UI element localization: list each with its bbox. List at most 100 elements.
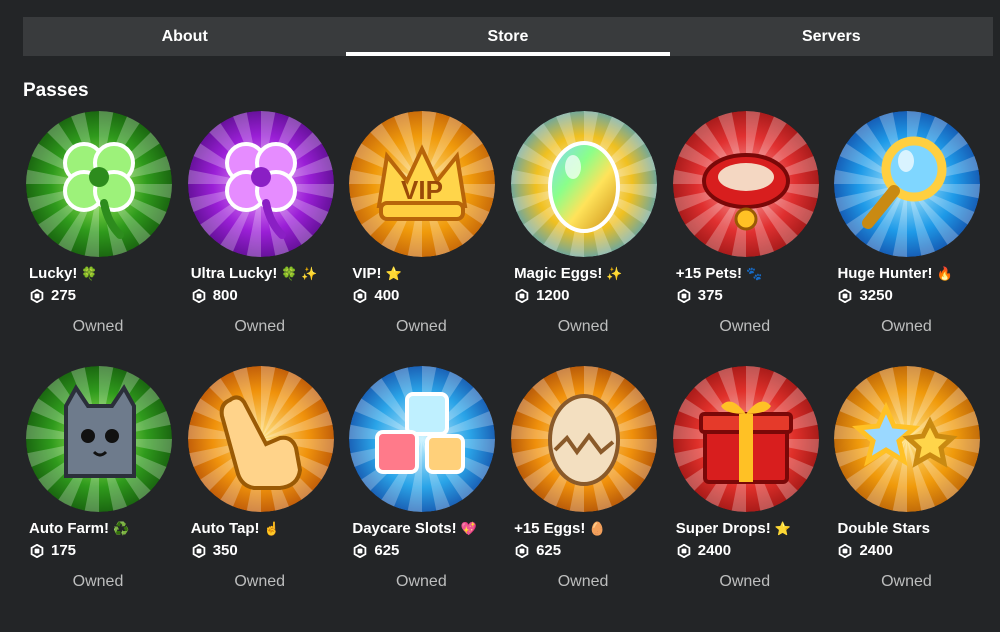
robux-icon [839, 288, 852, 303]
pass-name: Super Drops! ⭐ [676, 520, 791, 537]
vip-crown-icon: VIP [349, 111, 496, 257]
owned-label: Owned [719, 318, 771, 335]
pass-name-emoji: 🐾 [746, 266, 763, 281]
robux-icon [515, 288, 529, 303]
robux-icon [30, 543, 44, 558]
pass-name: Lucky! 🍀 [29, 265, 98, 282]
pass-price: 400 [353, 287, 399, 304]
pass-name-text: Auto Farm! [29, 520, 109, 537]
rainbow-egg-icon [511, 111, 658, 257]
tab-servers[interactable]: Servers [670, 17, 993, 56]
owned-label: Owned [881, 573, 932, 590]
daycare-blocks-icon [349, 366, 496, 512]
pass-name-text: +15 Eggs! [514, 520, 586, 537]
robux-icon [192, 288, 205, 303]
pass-card[interactable]: Lucky! 🍀 275 Owned [23, 111, 184, 339]
pass-name-emoji: 🔥 [936, 266, 953, 281]
pass-card[interactable]: Huge Hunter! 🔥 3250 Owned [831, 111, 992, 339]
owned-label: Owned [396, 318, 447, 335]
pass-price: 350 [192, 542, 238, 559]
pass-price: 2400 [677, 542, 731, 559]
pass-name-text: Ultra Lucky! [190, 265, 278, 282]
pet-collar-icon [672, 111, 819, 257]
pass-price: 175 [30, 542, 76, 559]
pass-price-value: 2400 [859, 542, 893, 559]
double-stars-icon [834, 366, 981, 512]
pass-name: +15 Pets! 🐾 [676, 265, 762, 282]
pass-price-value: 350 [212, 542, 238, 559]
pass-name: Huge Hunter! 🔥 [837, 265, 952, 282]
pass-name-emoji: ♻️ [113, 521, 130, 536]
purple-clover-icon [187, 111, 334, 257]
pass-card[interactable]: VIP VIP! ⭐ 400 Owned [346, 111, 507, 339]
pass-card[interactable]: +15 Eggs! 🥚 625 Owned [508, 366, 669, 594]
green-clover-icon [26, 111, 172, 257]
pass-name-emoji: 🍀 [81, 266, 98, 281]
pass-price: 1200 [515, 287, 569, 304]
pass-name-emoji: 🥚 [589, 521, 606, 536]
robux-icon [677, 288, 691, 303]
magnifying-glass-icon [834, 111, 981, 257]
pass-card[interactable]: +15 Pets! 🐾 375 Owned [670, 111, 831, 339]
pass-name: Double Stars [837, 520, 934, 537]
pass-card[interactable]: Auto Farm! ♻️ 175 Owned [23, 366, 184, 594]
pass-price: 375 [677, 287, 723, 304]
cracked-egg-icon [511, 366, 658, 512]
robux-icon [677, 543, 691, 558]
owned-label: Owned [234, 573, 286, 590]
pass-price-value: 625 [536, 542, 562, 559]
pass-name-text: VIP! [352, 265, 382, 282]
pass-card[interactable]: Magic Eggs! ✨ 1200 Owned [508, 111, 669, 339]
pass-name: Auto Farm! ♻️ [29, 520, 129, 537]
tab-store[interactable]: Store [346, 17, 670, 56]
tab-bar: About Store Servers [23, 17, 993, 56]
pass-name: Daycare Slots! 💖 [352, 520, 476, 537]
pass-name-emoji: ⭐ [385, 266, 402, 281]
pass-price-value: 3250 [859, 287, 893, 304]
gift-box-icon [672, 366, 819, 512]
pass-name-text: Magic Eggs! [514, 265, 603, 282]
pass-name: VIP! ⭐ [352, 265, 401, 282]
owned-label: Owned [72, 573, 124, 590]
pass-card[interactable]: Double Stars 2400 Owned [831, 366, 992, 594]
robux-icon [515, 543, 529, 558]
pass-name-emoji: ☝️ [263, 521, 280, 536]
pass-name: +15 Eggs! 🥚 [514, 520, 605, 537]
pass-name-text: Double Stars [837, 520, 930, 537]
robux-icon [839, 543, 852, 558]
owned-label: Owned [234, 318, 286, 335]
owned-label: Owned [719, 573, 771, 590]
pass-price: 625 [353, 542, 399, 559]
pass-price: 275 [30, 287, 76, 304]
pass-price: 800 [192, 287, 238, 304]
pass-card[interactable]: Ultra Lucky! 🍀 ✨ 800 Owned [185, 111, 346, 339]
pass-name-text: Auto Tap! [190, 520, 260, 537]
pass-name-text: +15 Pets! [675, 265, 743, 282]
pass-name-emoji: ✨ [606, 266, 623, 281]
pass-name-text: Super Drops! [675, 520, 771, 537]
pass-price-value: 175 [51, 542, 77, 559]
pass-card[interactable]: Daycare Slots! 💖 625 Owned [346, 366, 507, 594]
pass-card[interactable]: Auto Tap! ☝️ 350 Owned [185, 366, 346, 594]
svg-text:VIP: VIP [401, 175, 443, 205]
pass-price: 3250 [838, 287, 893, 304]
pass-price-value: 400 [374, 287, 400, 304]
pass-name: Magic Eggs! ✨ [514, 265, 623, 282]
pass-name: Auto Tap! ☝️ [191, 520, 280, 537]
owned-label: Owned [396, 573, 447, 590]
robux-icon [354, 543, 367, 558]
pass-price-value: 625 [374, 542, 400, 559]
pass-name-emoji: 🍀 ✨ [281, 266, 318, 281]
robux-icon [354, 288, 367, 303]
robux-icon [192, 543, 205, 558]
tab-about[interactable]: About [23, 17, 346, 56]
pass-price: 2400 [838, 542, 893, 559]
pass-card[interactable]: Super Drops! ⭐ 2400 Owned [670, 366, 831, 594]
pass-name-emoji: 💖 [460, 521, 477, 536]
pass-name: Ultra Lucky! 🍀 ✨ [191, 265, 318, 282]
cat-pet-icon [26, 366, 172, 512]
tapping-hand-icon [187, 366, 334, 512]
pass-price-value: 375 [697, 287, 723, 304]
owned-label: Owned [72, 318, 124, 335]
pass-price-value: 275 [51, 287, 77, 304]
